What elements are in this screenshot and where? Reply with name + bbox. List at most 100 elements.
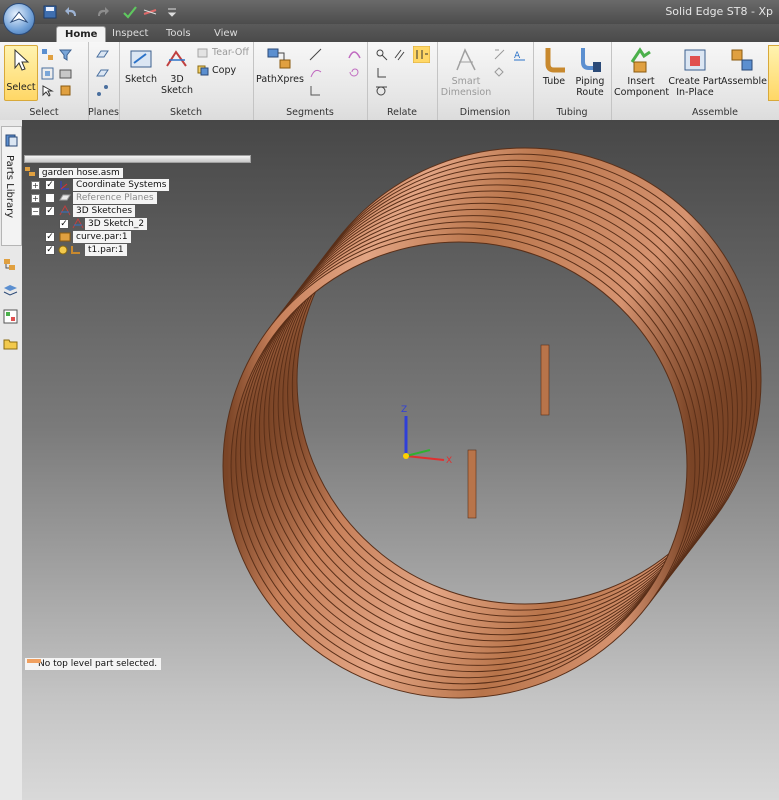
tear-off-label: Tear-Off [212,47,249,58]
visibility-checkbox[interactable] [45,193,55,203]
tab-view[interactable]: View [206,26,246,42]
sketch-group: Sketch 3D Sketch Tear-Off Copy Sketch [119,42,254,120]
expander-icon[interactable]: + [31,194,40,203]
planes-group: Planes [88,42,120,120]
accept-icon[interactable] [122,4,138,20]
pathxpres-button[interactable]: PathXpres [255,46,305,85]
layers-icon[interactable] [3,283,18,298]
parallel-icon[interactable] [393,48,406,61]
piping-route-button[interactable]: Piping Route [571,46,609,98]
select-parts-icon[interactable] [59,84,72,97]
dimension-style-icon[interactable]: A [513,48,526,61]
insert-component-button[interactable]: Insert Component [614,46,669,98]
arc-icon[interactable] [309,66,322,79]
corner-icon[interactable] [309,84,322,97]
parallel-plane-icon[interactable] [96,67,109,80]
expander-icon[interactable]: − [31,207,40,216]
relate-group-label: Relate [386,107,418,118]
plane-by-points-icon[interactable] [96,84,109,97]
dimension-axis-icon[interactable] [493,48,506,61]
copy-label: Copy [212,65,237,76]
visibility-checkbox[interactable]: ✓ [59,219,69,229]
tab-tools[interactable]: Tools [158,26,199,42]
tab-inspect[interactable]: Inspect [104,26,156,42]
copy-button[interactable]: Copy [197,65,251,76]
folder-icon[interactable] [3,336,18,351]
line-icon[interactable] [309,48,322,61]
select-group: Select Select [0,42,89,120]
tree-item-label: 3D Sketches [73,205,136,217]
parts-library-label: Parts Library [4,155,15,219]
left-rail: Parts Library [0,120,23,800]
visibility-checkbox[interactable]: ✓ [45,245,55,255]
pathfinder-icon[interactable] [3,257,18,272]
visibility-checkbox[interactable]: ✓ [45,206,55,216]
redo-icon[interactable] [94,4,110,20]
assemble-button[interactable]: Assemble [721,46,767,87]
status-message-text: No top level part selected. [38,659,158,669]
curve-icon[interactable] [348,48,361,61]
perpendicular-icon[interactable] [375,66,388,79]
smart-dimension-button[interactable]: Smart Dimension [439,46,493,98]
expander-icon[interactable]: + [31,181,40,190]
3d-sketch-label-line1: 3D [170,74,184,85]
tree-item-label: t1.par:1 [85,244,127,256]
feature-library-icon[interactable] [3,309,18,324]
tear-off-button[interactable]: Tear-Off [197,47,251,58]
coincident-plane-icon[interactable] [96,48,109,61]
select-tools-icon[interactable] [41,48,54,61]
application-button[interactable] [3,3,35,35]
3d-sketch-folder-icon [59,205,71,216]
part-icon [59,232,71,242]
sketch-button[interactable]: Sketch [124,46,158,85]
solid-edge-logo-icon [9,11,29,24]
connect-icon[interactable] [375,48,388,61]
pathfinder-grip[interactable] [24,155,251,163]
tree-root[interactable]: garden hose.asm [24,166,123,178]
visibility-checkbox[interactable]: ✓ [45,232,55,242]
assemble-label: Assemble [721,76,768,87]
tree-item-label: curve.par:1 [73,231,131,243]
select-arrow-icon [14,48,30,71]
select-manager-icon[interactable] [59,67,72,80]
dimension-group-label: Dimension [459,107,511,118]
tube-part-icon [58,245,68,255]
parts-library-tab[interactable]: Parts Library [1,126,22,246]
3d-sketch-icon [166,50,187,67]
create-part-in-place-button[interactable]: Create Part In-Place [668,46,722,98]
coil-inner-ends [467,344,550,519]
undo-icon[interactable] [64,4,80,20]
tangent-icon[interactable] [375,84,388,97]
spiral-icon[interactable] [348,66,361,79]
insert-component-label-line1: Insert [627,76,655,87]
3d-sketch-button[interactable]: 3D Sketch [160,46,194,96]
assemble-group-label: Assemble [691,107,738,118]
quick-pick-icon[interactable] [41,84,54,97]
select-group-label: Select [29,107,59,118]
save-icon[interactable] [42,4,58,20]
relate-group: Relate [367,42,438,120]
tube-button[interactable]: Tube [537,46,571,87]
graphics-viewport[interactable]: Z X garden hose.asm + ✓ Coordinate Syste… [22,120,779,800]
tube-path-icon [71,246,80,254]
smart-dimension-icon [456,48,476,71]
coil-rings [222,147,762,699]
filter-icon[interactable] [58,48,73,61]
3d-sketch-label-line2: Sketch [160,85,193,96]
relate-active-icon[interactable] [412,45,431,64]
select-button[interactable]: Select [4,45,38,101]
visibility-checkbox[interactable]: ✓ [45,180,55,190]
smart-dimension-label-line2: Dimension [440,87,492,98]
tab-home[interactable]: Home [56,26,107,43]
assemble-group: Insert Component Create Part In-Place As… [611,42,779,120]
design-intent-icon[interactable] [142,4,158,20]
customize-toolbar-icon[interactable] [166,4,182,20]
group-icon[interactable] [41,67,54,80]
pathxpres-icon [267,48,291,69]
sketch-label: Sketch [124,74,157,85]
title-bar: Solid Edge ST8 - Xp [0,0,779,35]
coordinate-triad: Z X [401,405,452,466]
dimension-lock-icon[interactable] [493,66,506,79]
move-button[interactable] [768,45,779,101]
sketch-icon [130,50,152,68]
